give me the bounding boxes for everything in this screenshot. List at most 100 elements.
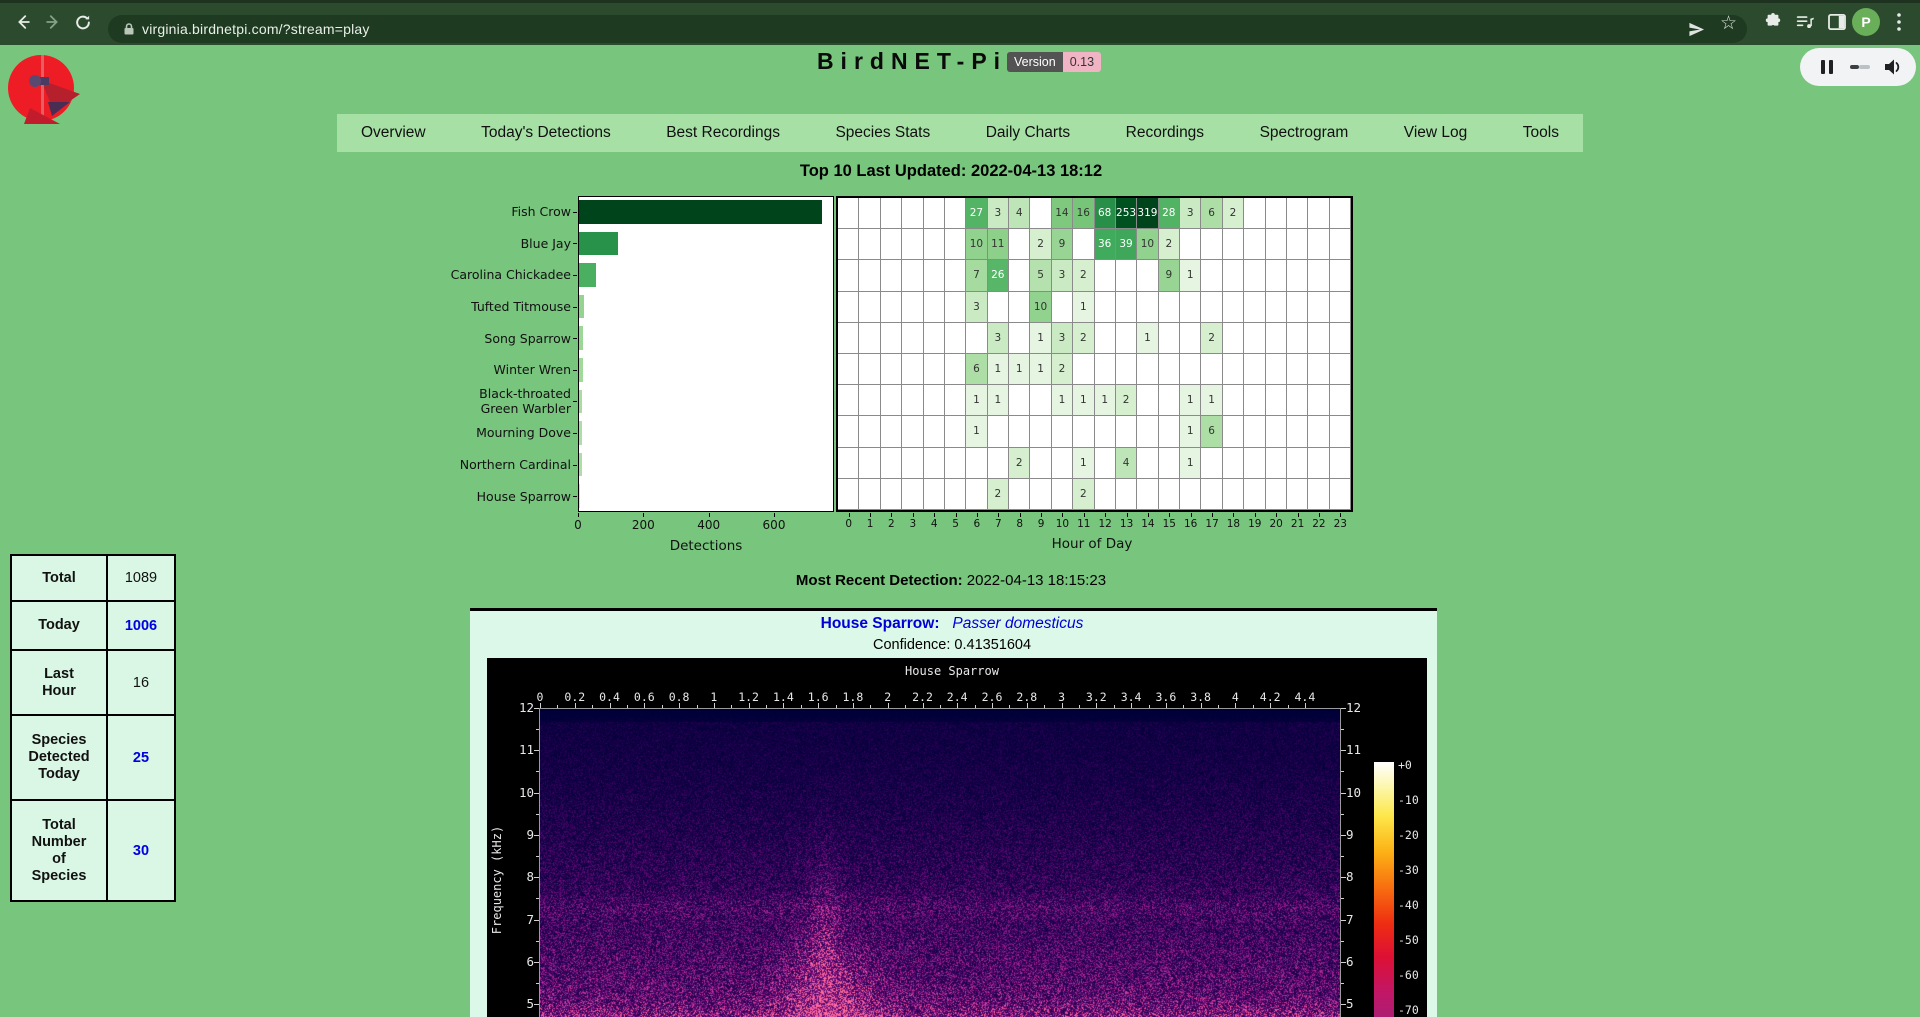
heatmap-cell — [1287, 229, 1308, 260]
heatmap-cell — [945, 323, 966, 354]
sg-xtick-label: 1.6 — [808, 690, 829, 704]
heatmap-cell — [1308, 198, 1329, 229]
spectrogram-colorbar — [1374, 762, 1394, 1017]
heatmap-cell — [924, 385, 945, 416]
hour-tick-dash — [1340, 513, 1341, 517]
bar-xtick-dash — [774, 513, 775, 517]
sg-ytick-dash-right — [1341, 1004, 1346, 1005]
stats-value[interactable]: 1006 — [107, 601, 175, 650]
nav-item-best-recordings[interactable]: Best Recordings — [666, 124, 780, 142]
heatmap-cell — [1201, 354, 1222, 385]
heatmap-cell — [1266, 292, 1287, 323]
side-panel-button[interactable] — [1822, 7, 1852, 37]
heatmap-cell: 10 — [1030, 292, 1051, 323]
heatmap-cell — [945, 385, 966, 416]
heatmap-cell — [1116, 416, 1137, 447]
heatmap-cell — [1330, 448, 1351, 479]
reload-button[interactable] — [68, 7, 98, 37]
page: virginia.birdnetpi.com/?stream=play ☆ P — [0, 0, 1920, 1017]
heatmap-cell — [1287, 479, 1308, 510]
heatmap-cell — [1266, 323, 1287, 354]
heatmap-cell: 10 — [1137, 229, 1158, 260]
stats-value[interactable]: 25 — [107, 715, 175, 800]
heatmap-cell — [945, 479, 966, 510]
hour-tick-dash — [1298, 513, 1299, 517]
extensions-button[interactable] — [1758, 7, 1788, 37]
pause-icon[interactable] — [1820, 59, 1834, 75]
stats-value[interactable]: 30 — [107, 800, 175, 901]
sg-xtick-label: 3.8 — [1190, 690, 1211, 704]
volume-icon[interactable] — [1884, 59, 1902, 75]
nav-item-view-log[interactable]: View Log — [1404, 124, 1467, 142]
playlist-music-icon — [1796, 13, 1814, 31]
sg-ytick-minor-left — [536, 898, 539, 899]
nav-item-recordings[interactable]: Recordings — [1126, 124, 1204, 142]
heatmap-cell: 1 — [1180, 260, 1201, 291]
heatmap-cell — [988, 292, 1009, 323]
hour-tick-label: 23 — [1330, 518, 1350, 530]
sg-xtick-dash — [1270, 703, 1271, 708]
heatmap-cell — [1030, 198, 1051, 229]
heatmap-cell — [1180, 479, 1201, 510]
nav-item-spectrogram[interactable]: Spectrogram — [1260, 124, 1349, 142]
heatmap-cell: 68 — [1095, 198, 1116, 229]
send-icon[interactable] — [1688, 21, 1705, 38]
bookmark-star-icon[interactable]: ☆ — [1720, 12, 1737, 35]
audio-player[interactable] — [1800, 48, 1916, 86]
heatmap-cell — [924, 260, 945, 291]
sg-xtick-label: 1.8 — [843, 690, 864, 704]
sg-ytick-label-left: 10 — [506, 785, 534, 800]
heatmap-cell: 1 — [1073, 385, 1094, 416]
heatmap-cell: 3 — [1180, 198, 1201, 229]
heatmap-cell — [859, 354, 880, 385]
sg-xtick-dash — [1096, 703, 1097, 708]
heatmap-cell — [859, 479, 880, 510]
heatmap-cell — [945, 292, 966, 323]
media-controls-button[interactable] — [1790, 7, 1820, 37]
sg-xtick-minor — [1114, 705, 1115, 708]
nav-item-today-s-detections[interactable]: Today's Detections — [481, 124, 611, 142]
heatmap-cell — [1266, 448, 1287, 479]
heatmap-cell — [1201, 292, 1222, 323]
nav-item-daily-charts[interactable]: Daily Charts — [986, 124, 1070, 142]
heatmap-cell — [881, 292, 902, 323]
sg-ytick-minor-left — [536, 941, 539, 942]
nav-item-tools[interactable]: Tools — [1523, 124, 1559, 142]
heatmap-cell: 3 — [988, 198, 1009, 229]
heatmap-cell — [1052, 292, 1073, 323]
heatmap-cell: 1 — [1180, 385, 1201, 416]
heatmap-cell — [1137, 448, 1158, 479]
sg-ytick-dash-right — [1341, 708, 1346, 709]
back-button[interactable] — [8, 7, 38, 37]
heatmap-cell — [1287, 323, 1308, 354]
nav-item-overview[interactable]: Overview — [361, 124, 426, 142]
sg-xtick-minor — [731, 705, 732, 708]
sg-ytick-minor-left — [536, 771, 539, 772]
forward-button[interactable] — [38, 7, 68, 37]
sg-xtick-dash — [992, 703, 993, 708]
address-bar[interactable]: virginia.birdnetpi.com/?stream=play ☆ — [108, 15, 1747, 43]
sg-ytick-dash-left — [534, 750, 539, 751]
hour-tick-dash — [849, 513, 850, 517]
heatmap-cell — [881, 354, 902, 385]
heatmap-cell — [1095, 479, 1116, 510]
profile-avatar[interactable]: P — [1852, 8, 1880, 36]
heatmap-cell — [988, 416, 1009, 447]
heatmap-cell — [902, 198, 923, 229]
sg-xtick-label: 1.2 — [738, 690, 759, 704]
browser-menu-button[interactable] — [1884, 7, 1914, 37]
bar-xtick-dash — [709, 513, 710, 517]
heatmap-cell: 2 — [1073, 323, 1094, 354]
sg-xtick-minor — [1079, 705, 1080, 708]
birdnetpi-logo — [8, 50, 80, 129]
detection-common-name[interactable]: House Sparrow: — [821, 615, 940, 632]
stats-label: SpeciesDetectedToday — [11, 715, 107, 800]
bar-xtick-label: 600 — [754, 518, 794, 532]
nav-item-species-stats[interactable]: Species Stats — [835, 124, 930, 142]
heatmap-cell — [1159, 292, 1180, 323]
heatmap-cell — [945, 448, 966, 479]
hour-tick-dash — [1062, 513, 1063, 517]
most-recent-detection: Most Recent Detection: 2022-04-13 18:15:… — [796, 572, 1106, 589]
heatmap-cell — [1223, 292, 1244, 323]
seek-bar[interactable] — [1850, 64, 1870, 70]
